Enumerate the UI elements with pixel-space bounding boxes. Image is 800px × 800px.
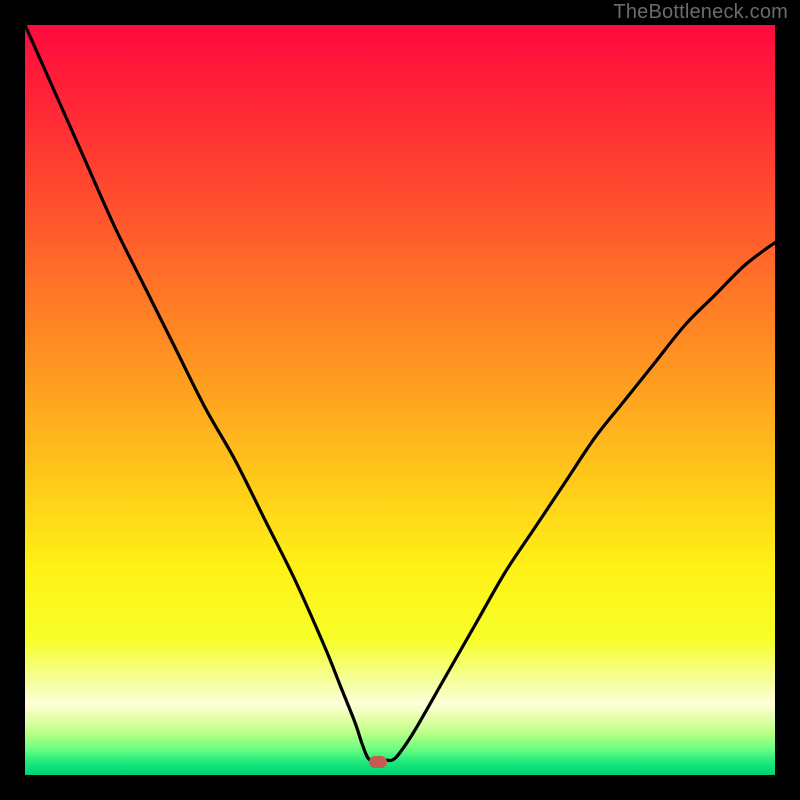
watermark-text: TheBottleneck.com [613, 1, 788, 24]
bottleneck-curve [25, 25, 775, 775]
plot-area [25, 25, 775, 775]
chart-frame: TheBottleneck.com [0, 0, 800, 800]
curve-path [25, 25, 775, 761]
optimal-point-marker [369, 756, 387, 768]
